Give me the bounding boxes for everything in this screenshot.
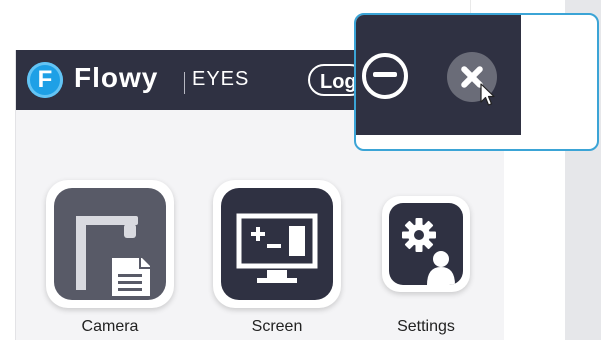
brand-name: Flowy xyxy=(74,62,159,93)
window-controls-bar xyxy=(356,15,521,135)
camera-tile[interactable] xyxy=(46,180,174,308)
camera-label: Camera xyxy=(81,318,139,335)
flowy-logo-icon: F xyxy=(27,62,63,98)
screen-capture-icon xyxy=(221,188,333,300)
settings-user-icon xyxy=(389,203,463,285)
document-camera-icon xyxy=(54,188,166,300)
product-name: EYES xyxy=(192,68,250,90)
window-controls-popup xyxy=(354,13,599,151)
brand-separator xyxy=(184,72,185,94)
minimize-icon[interactable] xyxy=(362,53,408,99)
settings-tile[interactable] xyxy=(382,196,470,292)
logo-letter: F xyxy=(37,66,53,93)
screen-label: Screen xyxy=(251,318,303,335)
mouse-cursor-icon xyxy=(480,83,495,106)
settings-label: Settings xyxy=(397,318,455,335)
screen-tile[interactable] xyxy=(213,180,341,308)
